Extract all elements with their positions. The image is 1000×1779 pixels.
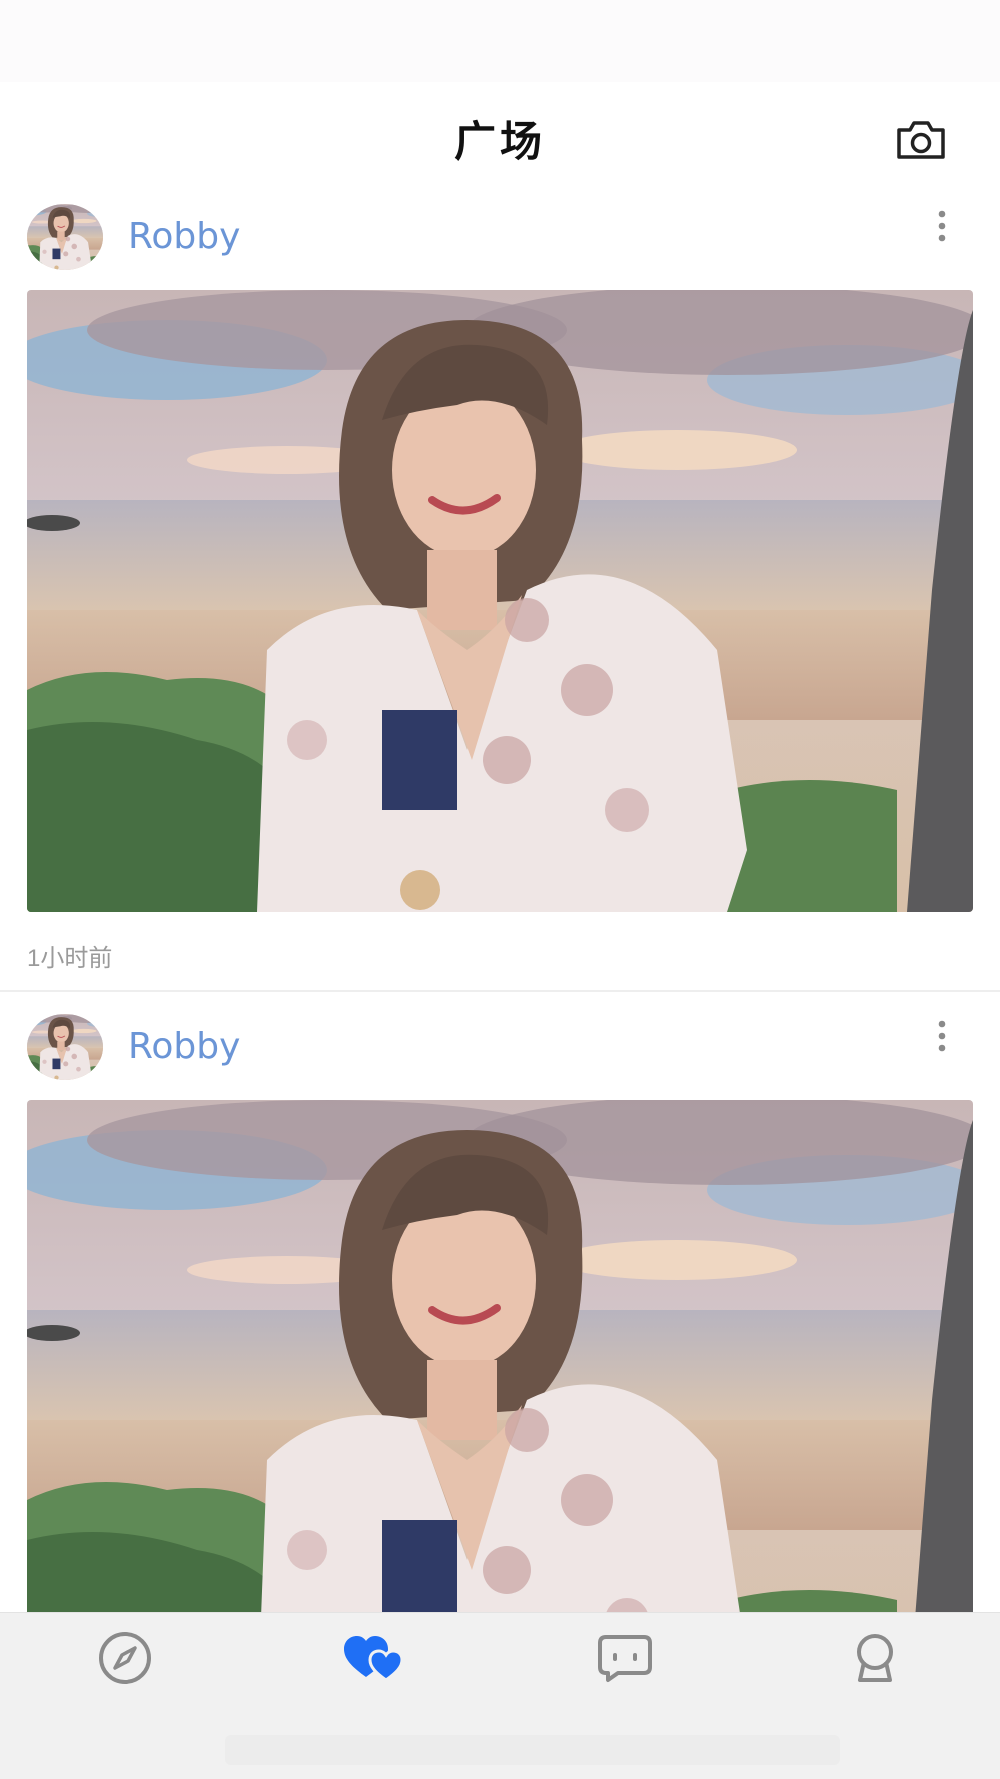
tab-discover[interactable] (0, 1623, 250, 1693)
post-card: Robby (0, 1000, 1000, 1620)
nav-bar: 广场 (0, 82, 1000, 190)
post-card: Robby 1小时前 (0, 190, 1000, 990)
tab-profile[interactable] (750, 1623, 1000, 1693)
more-vertical-icon[interactable] (930, 1018, 954, 1058)
divider (0, 990, 1000, 992)
chat-bubble-icon (598, 1635, 652, 1682)
post-image[interactable] (27, 290, 973, 912)
tab-square[interactable] (250, 1623, 500, 1693)
more-vertical-icon[interactable] (930, 208, 954, 248)
page-title: 广场 (453, 117, 546, 166)
tab-bar (0, 1612, 1000, 1779)
avatar[interactable] (27, 1014, 103, 1080)
hearts-icon (344, 1636, 404, 1682)
status-bar (0, 0, 1000, 82)
avatar[interactable] (27, 204, 103, 270)
profile-icon (857, 1634, 893, 1682)
username-link[interactable]: Robby (128, 1026, 240, 1067)
camera-icon[interactable] (895, 116, 947, 162)
post-image[interactable] (27, 1100, 973, 1620)
tab-messages[interactable] (500, 1623, 750, 1693)
home-indicator[interactable] (225, 1735, 840, 1765)
username-link[interactable]: Robby (128, 216, 240, 257)
compass-icon (99, 1632, 151, 1684)
post-timestamp: 1小时前 (27, 945, 113, 972)
